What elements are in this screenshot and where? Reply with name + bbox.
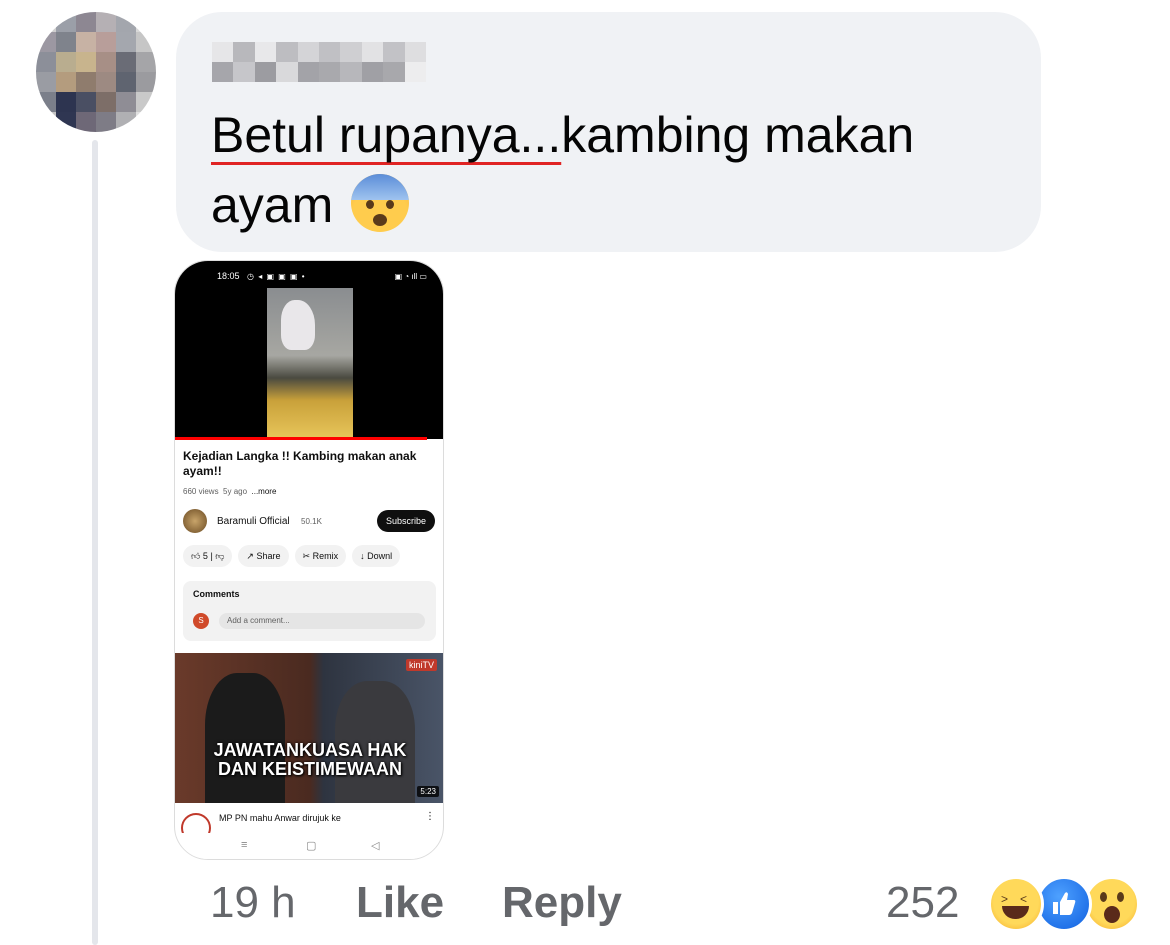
download-label: Downl [367,551,393,561]
status-bar: 18:05 ◷ ◂ ▣ ▣ ▣ • ▣ ◔ ıll ▭ [175,271,443,285]
thumbnail-overlay-line1: JAWATANKUASA HAK [213,740,407,760]
comments-section: Comments S Add a comment... [183,581,436,641]
thumbnail-overlay-text: JAWATANKUASA HAK DAN KEISTIMEWAAN [175,740,443,779]
android-nav-bar: ≡ ▢ ◁ [175,833,443,859]
system-icons: ▣ ◔ ıll ▭ [394,272,427,281]
reply-button[interactable]: Reply [502,878,622,928]
video-meta: 660 views 5y ago ...more [183,487,276,496]
share-label: Share [256,551,281,561]
notification-icons: ◷ ◂ ▣ ▣ ▣ • [247,272,306,281]
video-progress-bar [175,437,427,440]
download-chip: ↓ Downl [352,545,401,567]
next-video-thumbnail: kiniTV JAWATANKUASA HAK DAN KEISTIMEWAAN… [175,653,443,803]
more-options-icon: ⋮ [425,811,435,822]
home-icon: ▢ [306,840,317,852]
thumbnail-overlay-line2: DAN KEISTIMEWAAN [218,759,402,779]
video-views: 660 views [183,487,219,496]
video-actions: 👍︎ 5 | 👎︎ ↗ Share ✂ Remix ↓ Downl [183,545,406,567]
back-icon: ◁ [371,840,380,852]
thumbnail-person-left [205,673,285,803]
haha-icon: > < [988,876,1044,932]
wow-icon [1084,876,1140,932]
video-age: 5y ago [223,487,248,496]
add-comment-field: Add a comment... [219,613,425,629]
comments-title: Comments [193,589,240,599]
reaction-icons[interactable]: > < [988,876,1140,932]
video-player: 18:05 ◷ ◂ ▣ ▣ ▣ • ▣ ◔ ıll ▭ [175,261,443,439]
more-link: ...more [251,487,277,496]
thread-line [92,140,98,945]
comment-timestamp[interactable]: 19 h [210,878,296,928]
channel-subscribers: 50.1K [301,517,322,526]
thumbs-down-icon: 👎︎ [215,551,225,561]
like-icon [1036,876,1092,932]
download-icon: ↓ [360,551,365,561]
channel-name: Baramuli Official [217,516,290,527]
remix-label: Remix [312,551,339,561]
subscribe-button: Subscribe [377,510,435,532]
reaction-count[interactable]: 252 [886,878,959,928]
attached-screenshot[interactable]: 18:05 ◷ ◂ ▣ ▣ ▣ • ▣ ◔ ıll ▭ Kejadian Lan… [174,260,444,860]
video-duration: 5:23 [417,786,439,797]
remix-chip: ✂ Remix [294,545,347,567]
avatar[interactable] [36,12,156,132]
author-name-blurred[interactable] [212,42,426,82]
like-dislike-chip: 👍︎ 5 | 👎︎ [183,545,233,567]
fearful-face-emoji [351,174,410,232]
status-time: 18:05 [217,271,240,281]
comment-text-underlined: Betul rupanya... [211,107,562,163]
share-icon: ↗ [246,551,254,561]
video-title: Kejadian Langka !! Kambing makan anak ay… [183,449,417,478]
goat-image [281,300,315,350]
like-button[interactable]: Like [356,878,444,928]
remix-icon: ✂ [302,551,311,561]
video-frame [267,288,353,438]
menu-icon: ≡ [241,839,248,851]
thumbs-up-icon: 👍︎ [191,551,201,561]
commenter-avatar: S [193,613,209,629]
like-count: 5 [202,551,208,561]
channel-avatar [183,509,207,533]
share-chip: ↗ Share [238,545,289,567]
comment-text: Betul rupanya...kambing makan ayam [211,100,1021,240]
next-video-title: MP PN mahu Anwar dirujuk ke [219,813,341,823]
channel-badge: kiniTV [405,659,437,671]
